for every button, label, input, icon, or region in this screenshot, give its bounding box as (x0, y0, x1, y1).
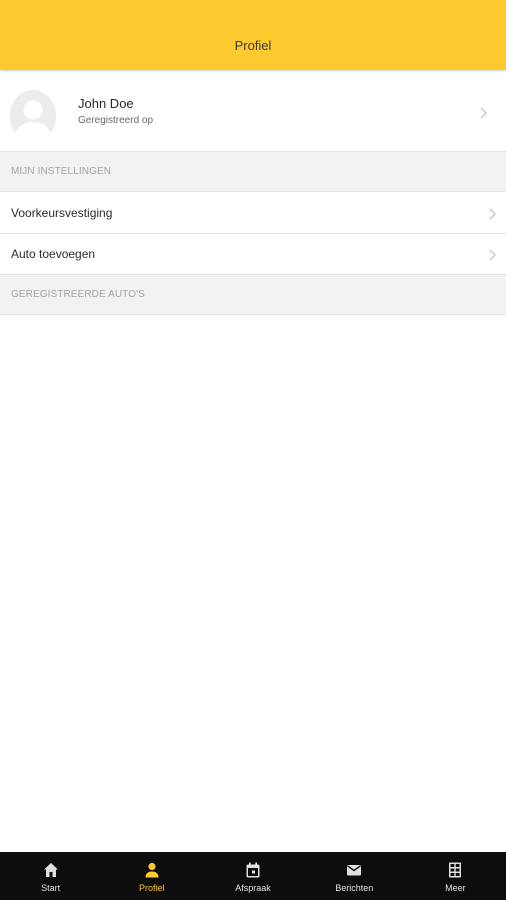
top-app-bar: Profiel (0, 0, 506, 70)
profile-name: John Doe (78, 96, 134, 111)
section-title-registered-cars: GEREGISTREERDE AUTO'S (11, 289, 145, 300)
tab-meer[interactable]: Meer (405, 852, 506, 900)
tab-profiel[interactable]: Profiel (101, 852, 202, 900)
default-avatar-icon (10, 90, 56, 142)
list-item-label: Voorkeursvestiging (11, 206, 113, 220)
tab-label: Start (41, 883, 61, 893)
calendar-icon (246, 862, 260, 878)
profile-row[interactable]: John Doe Geregistreerd op (0, 74, 506, 152)
bottom-tab-bar: Start Profiel Afspraak Berichten Meer (0, 852, 506, 900)
tab-start[interactable]: Start (0, 852, 101, 900)
tab-label: Afspraak (235, 883, 271, 893)
list-item-auto-toevoegen[interactable]: Auto toevoegen (0, 234, 506, 275)
tab-label: Meer (445, 883, 466, 893)
person-icon (145, 862, 159, 878)
tab-label: Berichten (335, 883, 374, 893)
list-item-label: Auto toevoegen (11, 247, 96, 261)
profile-registered-text: Geregistreerd op (78, 115, 154, 126)
home-icon (43, 863, 58, 877)
section-title-settings: MIJN INSTELLINGEN (11, 166, 112, 177)
avatar (10, 90, 56, 142)
page-title: Profiel (234, 37, 272, 53)
grid-icon (449, 862, 462, 878)
chevron-right-icon (489, 208, 496, 220)
tab-afspraak[interactable]: Afspraak (202, 852, 303, 900)
tab-berichten[interactable]: Berichten (304, 852, 405, 900)
section-header-registered-cars: GEREGISTREERDE AUTO'S (0, 275, 506, 315)
tab-label: Profiel (139, 883, 165, 893)
mail-icon (347, 865, 362, 876)
section-header-settings: MIJN INSTELLINGEN (0, 152, 506, 192)
chevron-right-icon (489, 249, 496, 261)
chevron-right-icon (480, 107, 487, 119)
list-item-voorkeursvestiging[interactable]: Voorkeursvestiging (0, 193, 506, 234)
